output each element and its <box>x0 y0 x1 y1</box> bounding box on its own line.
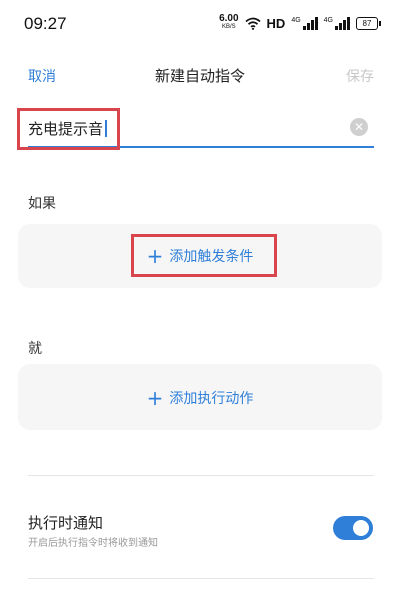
network-speed-value: 6.00 <box>219 13 239 24</box>
status-icons: 6.00 KB/S HD 4G 4G 87 <box>219 12 381 34</box>
notify-subtitle: 开启后执行指令时将收到通知 <box>28 538 158 549</box>
highlight-box-trigger <box>131 234 277 277</box>
status-bar: 09:27 6.00 KB/S HD 4G 4G 87 <box>0 0 400 42</box>
signal-icon-2: 4G <box>323 16 350 30</box>
if-section-label: 如果 <box>28 196 56 212</box>
page-title: 新建自动指令 <box>154 67 245 85</box>
signal-1-label: 4G <box>291 16 301 24</box>
network-speed: 6.00 KB/S <box>219 14 238 32</box>
signal-icon-1: 4G <box>291 16 318 30</box>
notify-title: 执行时通知 <box>28 514 104 532</box>
divider <box>28 475 374 476</box>
then-section-label: 就 <box>28 341 42 357</box>
add-action-label: 添加执行动作 <box>169 391 254 407</box>
divider <box>28 578 374 579</box>
status-time: 09:27 <box>24 14 67 33</box>
add-action-button[interactable]: + 添加执行动作 <box>18 386 382 410</box>
signal-2-label: 4G <box>323 16 333 24</box>
highlight-box-name <box>17 108 120 150</box>
hd-indicator: HD <box>266 15 286 31</box>
save-button[interactable]: 保存 <box>346 66 374 86</box>
top-bar: 取消 新建自动指令 保存 <box>0 56 400 92</box>
notify-toggle[interactable] <box>333 516 373 540</box>
network-speed-unit: KB/S <box>221 24 236 30</box>
plus-icon: + <box>146 386 164 410</box>
action-card: + 添加执行动作 <box>18 364 382 430</box>
battery-icon: 87 <box>356 16 381 30</box>
clear-icon[interactable]: ✕ <box>350 118 368 136</box>
toggle-knob <box>353 520 369 536</box>
wifi-icon <box>244 17 261 30</box>
